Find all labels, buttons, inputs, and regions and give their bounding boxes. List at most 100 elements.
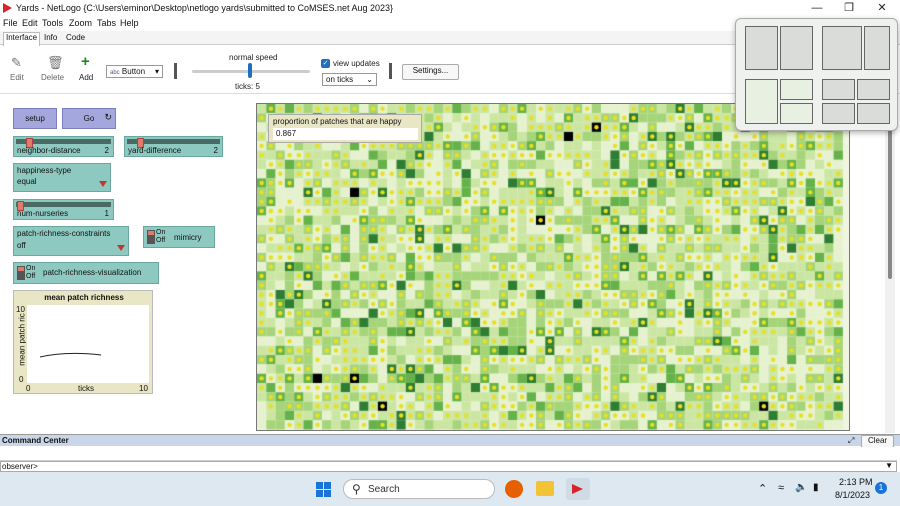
snap-zone[interactable] [780, 26, 813, 70]
snap-zone[interactable] [864, 26, 890, 70]
expand-icon[interactable]: ⤢ [848, 436, 854, 446]
separator [174, 63, 177, 79]
neighbor-distance-slider[interactable]: neighbor-distance 2 [13, 136, 114, 157]
snap-zone[interactable] [745, 79, 778, 124]
chevron-down-icon[interactable]: ▼ [885, 461, 893, 470]
search-icon: ⚲ [352, 482, 361, 496]
speed-label: normal speed [229, 53, 278, 62]
setup-button[interactable]: setup [13, 108, 57, 129]
tab-interface[interactable]: Interface [3, 32, 41, 46]
menu-tools[interactable]: Tools [42, 18, 63, 28]
snap-zone[interactable] [822, 103, 855, 124]
pencil-icon[interactable]: ✎ [11, 55, 22, 71]
mean-patch-richness-plot: mean patch richness 10 0 mean patch ric … [13, 290, 153, 394]
world-view[interactable] [256, 103, 850, 431]
slider-label: yard-difference [128, 146, 182, 155]
num-nurseries-slider[interactable]: num-nurseries 1 [13, 199, 114, 220]
chevron-up-icon[interactable]: ⌃ [758, 482, 767, 495]
toggle-icon[interactable] [147, 230, 155, 244]
tab-info[interactable]: Info [44, 33, 57, 42]
plot-title: mean patch richness [44, 293, 124, 302]
switch-label: patch-richness-visualization [43, 268, 142, 277]
command-center-title: Command Center [2, 436, 69, 445]
netlogo-taskbar-icon[interactable] [566, 478, 590, 500]
chooser-value: equal [17, 177, 107, 188]
plot-xmin: 0 [26, 384, 31, 393]
snap-zone[interactable] [822, 26, 862, 70]
mimicry-switch[interactable]: On Off mimicry [143, 226, 215, 248]
widget-type-select[interactable]: abc Button ▾ [106, 65, 163, 78]
menu-zoom[interactable]: Zoom [69, 18, 92, 28]
monitor-label: proportion of patches that are happy [273, 117, 402, 126]
forever-icon: ↻ [104, 112, 112, 122]
menu-edit[interactable]: Edit [22, 18, 38, 28]
notification-badge[interactable]: 1 [875, 482, 887, 494]
separator [389, 63, 392, 79]
plus-icon[interactable]: + [81, 53, 90, 70]
update-mode-value: on ticks [326, 75, 354, 84]
snap-zone[interactable] [857, 103, 890, 124]
netlogo-logo-icon [3, 3, 12, 13]
menu-file[interactable]: File [3, 18, 18, 28]
plot-line [39, 352, 102, 358]
view-updates-checkbox[interactable]: ✓ [321, 59, 330, 68]
ticks-counter: ticks: 5 [235, 82, 260, 91]
chooser-value: off [17, 241, 125, 252]
switch-on-label: On [26, 265, 36, 272]
taskbar-search[interactable]: ⚲ Search [343, 479, 495, 499]
edit-button[interactable]: Edit [10, 73, 24, 82]
go-label: Go [83, 114, 95, 123]
scrollbar-thumb[interactable] [888, 107, 892, 279]
title-bar: Yards - NetLogo {C:\Users\eminor\Desktop… [0, 0, 900, 17]
slider-value: 2 [104, 146, 109, 155]
patch-richness-constraints-chooser[interactable]: patch-richness-constraints off [13, 226, 129, 256]
dropdown-arrow-icon [117, 245, 125, 251]
restore-icon[interactable]: ❐ [833, 0, 865, 16]
command-input[interactable] [41, 462, 881, 471]
slider-value: 1 [104, 209, 109, 218]
tab-code[interactable]: Code [66, 33, 85, 42]
chevron-down-icon: ⌄ [366, 75, 373, 84]
widget-type-value: Button [121, 67, 146, 76]
file-explorer-icon[interactable] [536, 481, 554, 496]
chevron-down-icon: ▾ [154, 67, 159, 76]
plot-area [27, 305, 149, 383]
snap-zone[interactable] [745, 26, 778, 70]
snap-zone[interactable] [822, 79, 855, 100]
clock-date[interactable]: 8/1/2023 [835, 490, 870, 500]
snap-zone[interactable] [857, 79, 890, 100]
wifi-icon[interactable]: ≈ [778, 482, 784, 494]
agent-type-select[interactable]: observer> [2, 462, 38, 471]
trash-icon[interactable]: 🗑 [47, 55, 64, 71]
settings-button[interactable]: Settings... [402, 64, 459, 80]
search-placeholder: Search [368, 484, 400, 495]
volume-icon[interactable]: 🔈 [795, 482, 807, 493]
windows-start-icon[interactable] [316, 482, 332, 498]
clock-time[interactable]: 2:13 PM [839, 477, 873, 487]
close-icon[interactable]: ✕ [866, 0, 898, 16]
menu-tabs[interactable]: Tabs [97, 18, 116, 28]
battery-icon[interactable]: ▮ [813, 482, 819, 493]
happiness-type-chooser[interactable]: happiness-type equal [13, 163, 111, 192]
patch-richness-visualization-switch[interactable]: On Off patch-richness-visualization [13, 262, 159, 284]
go-button[interactable]: Go ↻ [62, 108, 116, 129]
speed-slider-thumb[interactable] [248, 63, 252, 78]
minimize-icon[interactable]: — [801, 0, 833, 16]
switch-off-label: Off [26, 273, 36, 280]
delete-button[interactable]: Delete [41, 73, 64, 82]
toggle-icon[interactable] [17, 266, 25, 280]
button-widget-icon: abc [110, 70, 120, 76]
snap-zone[interactable] [780, 103, 813, 124]
slider-value: 2 [213, 146, 218, 155]
command-center-header: Command Center [0, 435, 900, 446]
menu-help[interactable]: Help [120, 18, 139, 28]
snap-zone[interactable] [780, 79, 813, 100]
plot-xlabel: ticks [78, 384, 94, 393]
command-input-row: observer> ▼ [0, 461, 897, 472]
add-button[interactable]: Add [79, 73, 93, 82]
update-mode-select[interactable]: on ticks ⌄ [322, 73, 377, 86]
firefox-icon[interactable] [505, 480, 523, 498]
yard-difference-slider[interactable]: yard-difference 2 [124, 136, 223, 157]
slider-track [16, 202, 111, 207]
vertical-scrollbar[interactable] [885, 103, 895, 433]
